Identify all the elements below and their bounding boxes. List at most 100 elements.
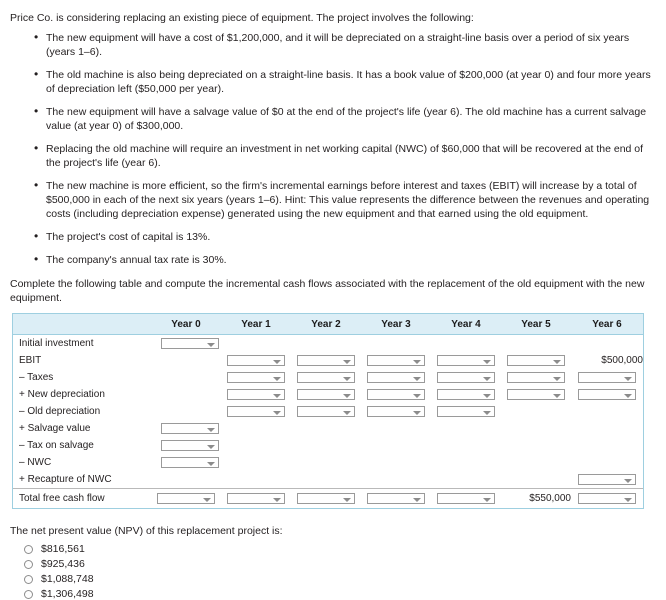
chevron-down-icon [343,498,351,502]
dropdown-select[interactable] [297,372,355,383]
dropdown-select[interactable] [507,372,565,383]
cell-empty [291,454,361,471]
dropdown-select[interactable] [367,493,425,504]
dropdown-select[interactable] [297,406,355,417]
intro-text: Price Co. is considering replacing an ex… [10,12,474,24]
dropdown-select[interactable] [437,406,495,417]
dropdown-select[interactable] [578,372,636,383]
cell-dropdown-container [431,386,501,403]
dropdown-select[interactable] [227,355,285,366]
column-header-year0: Year 0 [151,314,221,335]
cell-empty [431,335,501,353]
cell-dropdown-container [151,454,221,471]
dropdown-select[interactable] [297,355,355,366]
cell-empty [361,454,431,471]
npv-option-label: $1,306,498 [41,588,94,600]
dropdown-select[interactable] [157,493,215,504]
dropdown-select[interactable] [161,423,219,434]
chevron-down-icon [624,377,632,381]
dropdown-select[interactable] [367,406,425,417]
chevron-down-icon [483,498,491,502]
list-item: The old machine is also being depreciate… [34,67,656,96]
chevron-down-icon [343,394,351,398]
dropdown-select[interactable] [578,474,636,485]
cell-dropdown-container [571,369,643,386]
cell-empty [571,454,643,471]
column-header-label [13,314,151,335]
dropdown-select[interactable] [161,440,219,451]
dropdown-select[interactable] [578,493,636,504]
list-item: The new machine is more efficient, so th… [34,178,656,221]
row-label: Initial investment [19,338,94,349]
dropdown-select[interactable] [437,493,495,504]
chevron-down-icon [624,394,632,398]
cell-dropdown-container [151,335,221,353]
dropdown-select[interactable] [507,355,565,366]
npv-option-2[interactable]: $1,088,748 [24,573,656,585]
cell-dropdown-container [431,488,501,508]
dropdown-select[interactable] [578,389,636,400]
dropdown-select[interactable] [507,389,565,400]
cell-dropdown-container [221,403,291,420]
cell-dropdown-container [291,386,361,403]
dropdown-select[interactable] [161,457,219,468]
radio-button[interactable] [24,544,33,554]
chevron-down-icon [273,411,281,415]
dropdown-select[interactable] [367,372,425,383]
cell-dropdown-container [361,352,431,369]
table-row: Initial investment [13,335,643,353]
dropdown-select[interactable] [227,372,285,383]
dropdown-select[interactable] [437,355,495,366]
dropdown-select[interactable] [367,389,425,400]
list-item: The new equipment will have a cost of $1… [34,30,656,59]
cell-empty [221,335,291,353]
table-row: – Tax on salvage [13,437,643,454]
cell-empty [151,352,221,369]
chevron-down-icon [207,462,215,466]
cell-empty [431,471,501,489]
cell-empty [291,471,361,489]
dropdown-select[interactable] [297,493,355,504]
dropdown-select[interactable] [227,493,285,504]
cell-empty [501,420,571,437]
worksheet-page: Price Co. is considering replacing an ex… [0,0,666,600]
row-label: – NWC [19,457,52,468]
cell-empty [221,471,291,489]
chevron-down-icon [413,411,421,415]
chevron-down-icon [413,498,421,502]
column-header-year2: Year 2 [291,314,361,335]
cash-flow-table: Year 0 Year 1 Year 2 Year 3 Year 4 Year … [12,313,644,509]
dropdown-select[interactable] [227,406,285,417]
radio-button[interactable] [24,559,33,569]
column-header-year4: Year 4 [431,314,501,335]
list-item: The project's cost of capital is 13%. [34,229,656,244]
npv-option-0[interactable]: $816,561 [24,543,656,555]
npv-option-1[interactable]: $925,436 [24,558,656,570]
dropdown-select[interactable] [227,389,285,400]
npv-question: The net present value (NPV) of this repl… [10,525,283,537]
cell-empty [151,386,221,403]
assumptions-list: The new equipment will have a cost of $1… [10,30,656,267]
dropdown-select[interactable] [437,389,495,400]
radio-button[interactable] [24,574,33,584]
cell-dropdown-container [361,403,431,420]
chevron-down-icon [624,479,632,483]
cell-dropdown-container [501,369,571,386]
cell-value: $550,000 [501,488,571,508]
cell-empty [571,403,643,420]
dropdown-select[interactable] [437,372,495,383]
cell-dropdown-container [501,386,571,403]
chevron-down-icon [273,377,281,381]
dropdown-select[interactable] [297,389,355,400]
cell-dropdown-container [431,369,501,386]
dropdown-select[interactable] [367,355,425,366]
radio-button[interactable] [24,589,33,599]
dropdown-select[interactable] [161,338,219,349]
npv-option-3[interactable]: $1,306,498 [24,588,656,600]
chevron-down-icon [273,360,281,364]
cell-empty [431,420,501,437]
chevron-down-icon [483,394,491,398]
row-label: – Tax on salvage [19,440,94,451]
cell-empty [221,454,291,471]
row-label: – Taxes [19,372,54,383]
